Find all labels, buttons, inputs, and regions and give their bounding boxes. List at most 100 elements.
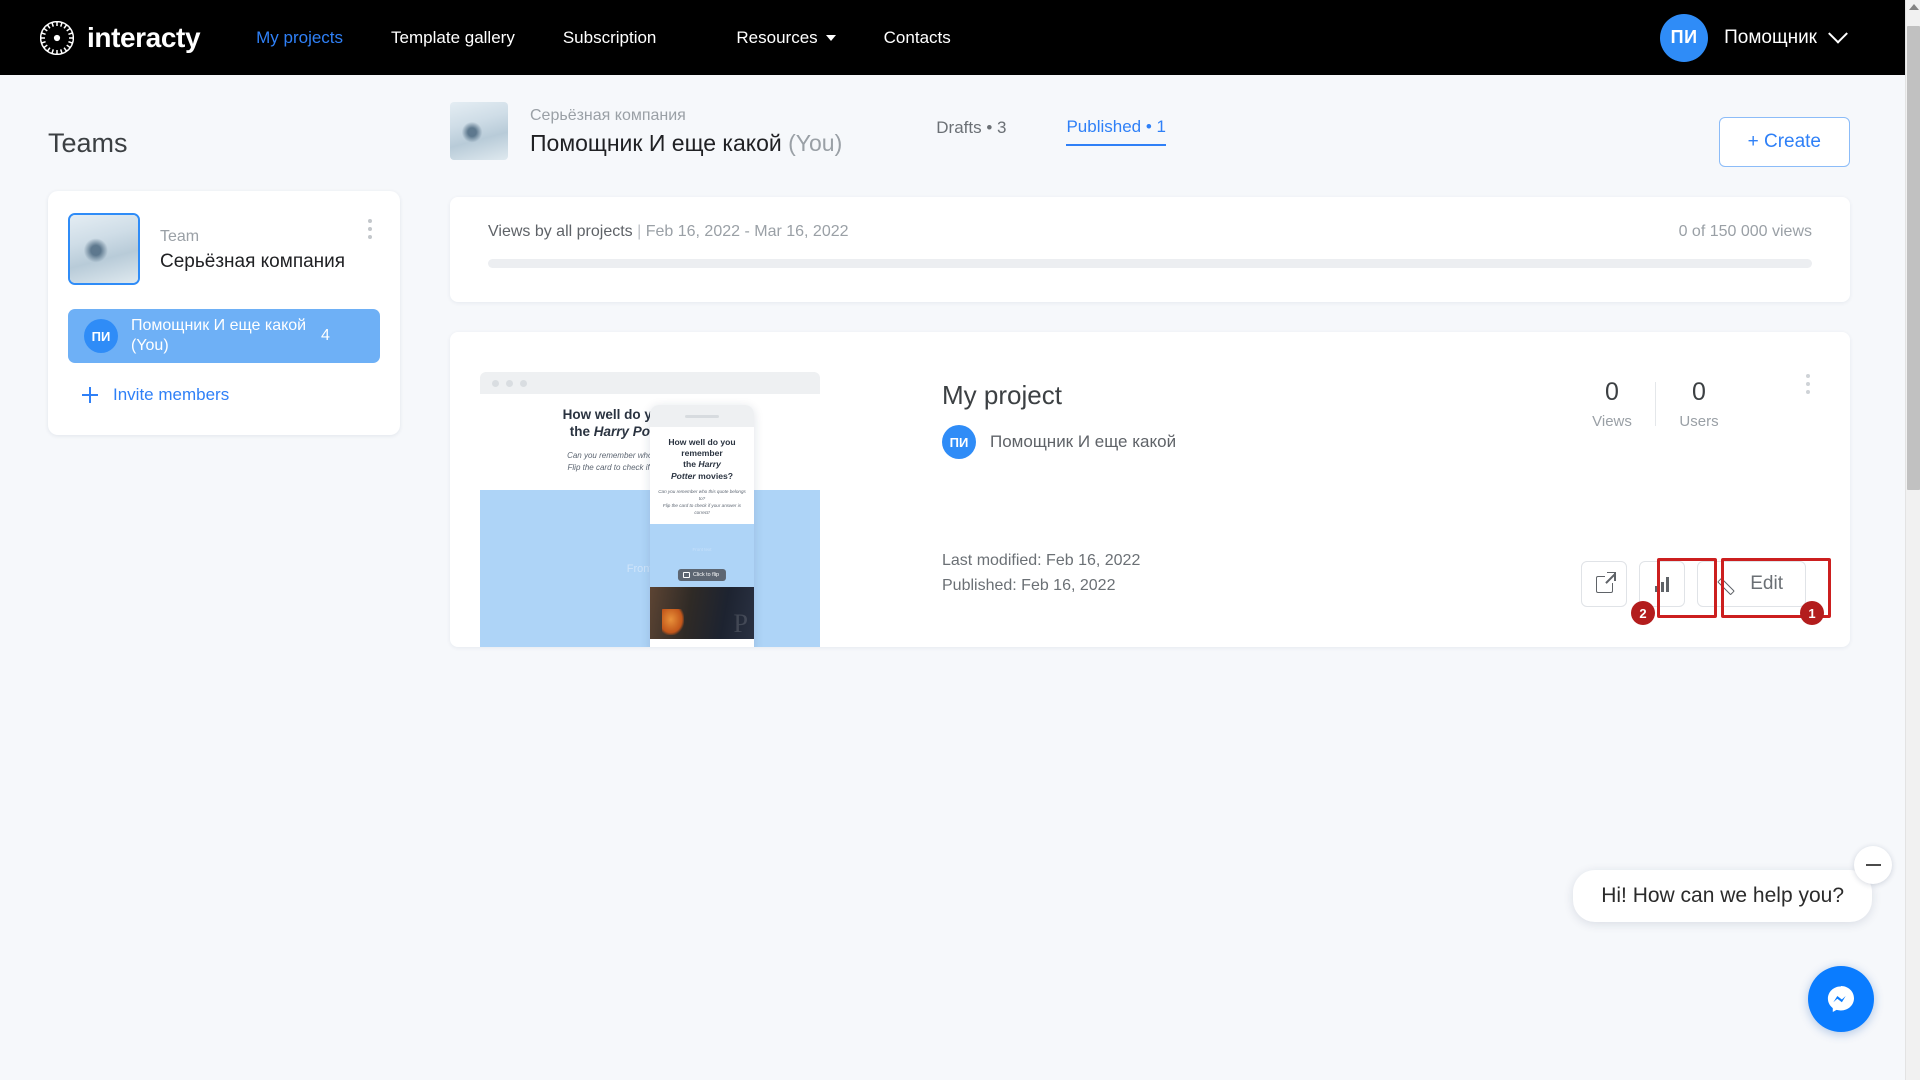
team-card: Team Серьёзная компания ПИ Помощник И ещ…: [48, 191, 400, 435]
avatar: ПИ: [1660, 14, 1708, 62]
published-text: Published: Feb 16, 2022: [942, 574, 1140, 599]
nav-item-contacts[interactable]: Contacts: [884, 22, 951, 54]
annotation-badge-1: 1: [1800, 601, 1824, 625]
page-scrollbar[interactable]: [1905, 0, 1920, 1080]
phone-status-bar: [650, 405, 754, 427]
phone-heading-pre: the: [683, 459, 698, 469]
main-content: Серьёзная компания Помощник И еще какой …: [450, 95, 1850, 647]
more-vertical-icon[interactable]: [362, 219, 378, 239]
external-link-icon: [1596, 576, 1613, 593]
team-name: Серьёзная компания: [160, 251, 345, 273]
brand-logo[interactable]: interacty: [36, 17, 200, 59]
stat-users-value: 0: [1656, 378, 1742, 407]
teams-sidebar: Teams Team Серьёзная компания ПИ Помощни…: [48, 128, 400, 435]
scroll-up-arrow-icon[interactable]: [1909, 4, 1919, 10]
flip-card-icon: [683, 572, 690, 578]
chevron-down-icon: [1828, 23, 1848, 43]
chat-minimize-button[interactable]: [1854, 846, 1892, 884]
views-label: Views by all projects | Feb 16, 2022 - M…: [488, 223, 849, 241]
phone-sub-line2: Flip the card to check if your answer is…: [658, 502, 746, 516]
thumbnail-heading-pre: the: [570, 424, 594, 439]
plus-icon: [82, 387, 98, 403]
create-button[interactable]: + Create: [1719, 117, 1850, 167]
main-nav: My projects Template gallery Subscriptio…: [256, 22, 999, 54]
phone-photo: [650, 587, 754, 639]
invite-members-button[interactable]: Invite members: [68, 385, 380, 405]
chat-launcher-button[interactable]: [1808, 966, 1874, 1032]
interacty-sunburst-logo-icon: [36, 17, 78, 59]
phone-subheading: Can you remember who this quote belongs …: [650, 488, 754, 516]
top-navigation-bar: interacty My projects Template gallery S…: [0, 0, 1905, 75]
owner-name-text: Помощник И еще какой: [530, 130, 782, 156]
views-progress-bar: [488, 259, 1812, 268]
nav-item-contacts-label: Contacts: [884, 28, 951, 48]
page-title: Teams: [48, 128, 400, 159]
phone-front-panel: Front text Click to flip: [650, 524, 754, 587]
click-to-flip-label: Click to flip: [693, 572, 719, 578]
minimize-icon: [1866, 864, 1881, 866]
phone-heading-post: movies?: [696, 471, 733, 481]
more-vertical-icon[interactable]: [1800, 374, 1816, 394]
company-avatar: [450, 102, 508, 160]
owner-name: Помощник И еще какой (You): [530, 130, 842, 157]
project-card: How well do you remember the Harry Potte…: [450, 332, 1850, 647]
project-stats: 0 Views 0 Users: [1569, 378, 1742, 430]
project-info: My project ПИ Помощник И еще какой: [942, 380, 1176, 459]
invite-members-label: Invite members: [113, 385, 229, 405]
scrollbar-thumb[interactable]: [1907, 26, 1920, 490]
member-project-count: 4: [321, 327, 330, 345]
phone-heading-line2: remember: [658, 448, 746, 459]
views-label-separator: |: [637, 223, 641, 240]
preview-button[interactable]: [1581, 561, 1627, 607]
nav-item-subscription[interactable]: Subscription: [563, 22, 657, 54]
phone-heading-line1: How well do you: [658, 437, 746, 448]
nav-item-my-projects[interactable]: My projects: [256, 22, 343, 54]
phone-heading: How well do you remember the Harry Potte…: [650, 437, 754, 482]
stat-users-label: Users: [1656, 413, 1742, 430]
phone-heading-em2: Potter: [671, 471, 696, 481]
nav-item-my-projects-label: My projects: [256, 28, 343, 48]
last-modified-text: Last modified: Feb 16, 2022: [942, 549, 1140, 574]
chat-greeting-bubble[interactable]: Hi! How can we help you?: [1573, 870, 1872, 922]
project-status-tabs: Drafts • 3 Published • 1: [936, 117, 1166, 146]
sidebar-item-member[interactable]: ПИ Помощник И еще какой (You) 4: [68, 309, 380, 363]
team-avatar: [68, 213, 140, 285]
phone-heading-em1: Harry: [698, 459, 720, 469]
stat-views: 0 Views: [1569, 378, 1655, 430]
views-label-text: Views by all projects: [488, 223, 633, 240]
project-owner-header: Серьёзная компания Помощник И еще какой …: [450, 95, 1850, 167]
avatar: ПИ: [84, 319, 118, 353]
tab-drafts[interactable]: Drafts • 3: [936, 118, 1006, 145]
avatar: ПИ: [942, 425, 976, 459]
user-name: Помощник: [1724, 27, 1817, 49]
project-author: ПИ Помощник И еще какой: [942, 425, 1176, 459]
phone-front-text: Front text: [692, 547, 711, 552]
nav-item-template-gallery-label: Template gallery: [391, 28, 515, 48]
nav-item-subscription-label: Subscription: [563, 28, 657, 48]
mobile-preview: How well do you remember the Harry Potte…: [650, 405, 754, 647]
phone-sub-line1: Can you remember who this quote belongs …: [658, 488, 746, 502]
brand-name: interacty: [87, 22, 200, 54]
project-author-name: Помощник И еще какой: [990, 432, 1176, 452]
nav-item-resources[interactable]: Resources: [736, 22, 835, 54]
company-name: Серьёзная компания: [530, 105, 842, 127]
member-name: Помощник И еще какой (You): [131, 316, 321, 355]
project-thumbnail[interactable]: How well do you remember the Harry Potte…: [480, 372, 850, 647]
views-quota-text: 0 of 150 000 views: [1679, 223, 1812, 241]
tab-published[interactable]: Published • 1: [1066, 117, 1166, 146]
team-row[interactable]: Team Серьёзная компания: [68, 213, 380, 285]
stat-views-value: 0: [1569, 378, 1655, 407]
nav-item-template-gallery[interactable]: Template gallery: [391, 22, 515, 54]
views-quota-panel: Views by all projects | Feb 16, 2022 - M…: [450, 197, 1850, 302]
annotation-box-stats: [1657, 558, 1717, 618]
stat-users: 0 Users: [1656, 378, 1742, 430]
project-title[interactable]: My project: [942, 380, 1176, 411]
click-to-flip-badge: Click to flip: [678, 569, 726, 581]
annotation-badge-2: 2: [1631, 601, 1655, 625]
browser-dots: [480, 372, 820, 394]
owner-you-suffix: (You): [788, 130, 842, 156]
chevron-down-icon: [826, 35, 836, 41]
user-menu[interactable]: ПИ Помощник: [1660, 0, 1845, 75]
project-dates: Last modified: Feb 16, 2022 Published: F…: [942, 549, 1140, 599]
nav-item-resources-label: Resources: [736, 28, 817, 48]
